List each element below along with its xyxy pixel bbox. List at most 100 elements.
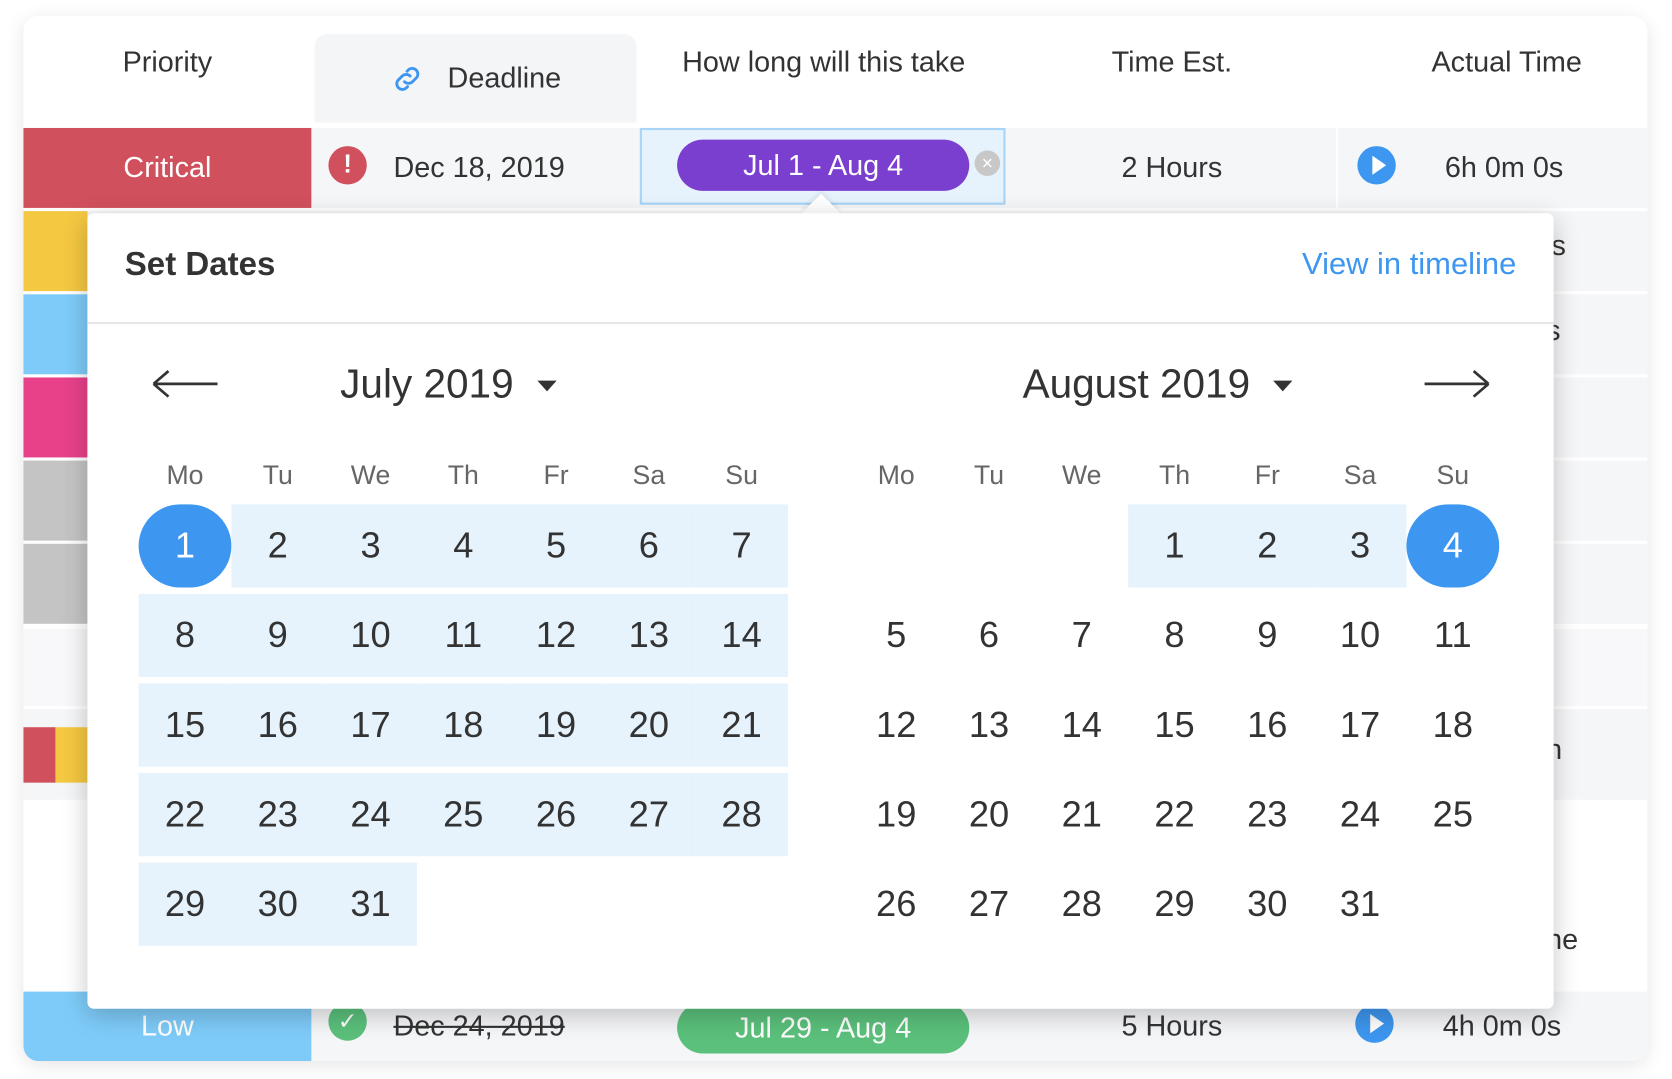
weekday-label: Fr	[543, 460, 569, 491]
calendar-day[interactable]: 1	[1128, 504, 1221, 588]
calendar-day[interactable]: 22	[138, 773, 232, 857]
calendar-day[interactable]: 18	[416, 683, 510, 767]
calendar-day[interactable]: 26	[509, 773, 603, 857]
calendar-day[interactable]: 6	[943, 594, 1036, 677]
deadline-date: Dec 24, 2019	[393, 1009, 565, 1042]
calendar-day[interactable]: 7	[1035, 594, 1128, 677]
priority-color-bar	[23, 211, 88, 292]
month-selector-july[interactable]: July 2019	[340, 363, 557, 409]
calendar-day[interactable]: 20	[943, 773, 1036, 856]
weekday-label: Su	[1436, 460, 1470, 491]
calendar-day[interactable]: 26	[850, 863, 943, 946]
calendar-day[interactable]: 9	[231, 593, 325, 678]
calendar-day[interactable]: 28	[695, 773, 788, 857]
calendar-day[interactable]: 30	[1221, 863, 1314, 946]
calendar-day[interactable]: 30	[231, 862, 325, 946]
column-header-actual-time[interactable]: Actual Time	[1336, 18, 1672, 107]
calendar-day[interactable]: 5	[850, 594, 943, 677]
header-label: Priority	[122, 45, 213, 78]
calendar-day[interactable]: 1	[138, 504, 232, 588]
timeline-pill[interactable]: Jul 29 - Aug 4	[677, 1002, 970, 1054]
weekday-label: We	[1062, 460, 1102, 491]
deadline-cell[interactable]: ! Dec 18, 2019	[314, 127, 637, 208]
calendar-day[interactable]: 9	[1221, 594, 1314, 677]
calendar-day[interactable]: 24	[1314, 773, 1407, 856]
calendar-day[interactable]: 13	[943, 683, 1036, 766]
calendar-day[interactable]: 21	[1035, 773, 1128, 856]
calendar-day[interactable]: 28	[1035, 863, 1128, 946]
calendar-day[interactable]: 25	[416, 773, 510, 857]
calendar-day[interactable]: 23	[1221, 773, 1314, 856]
calendar-day[interactable]: 29	[138, 862, 232, 946]
calendar-day[interactable]: 17	[324, 683, 417, 767]
play-icon[interactable]	[1355, 1003, 1394, 1043]
calendar-day[interactable]: 31	[1314, 863, 1407, 946]
calendar-day[interactable]: 10	[1314, 594, 1407, 677]
calendar-day[interactable]: 6	[602, 504, 696, 588]
calendar-day[interactable]: 27	[943, 863, 1036, 946]
calendar-day[interactable]: 3	[324, 504, 417, 588]
calendar-day[interactable]: 15	[138, 683, 232, 767]
calendar-day[interactable]: 19	[850, 773, 943, 856]
prev-month-arrow-icon[interactable]	[151, 368, 219, 400]
calendar-day[interactable]: 12	[850, 683, 943, 766]
calendar-day[interactable]: 22	[1128, 773, 1221, 856]
column-header-how-long[interactable]: How long will this take	[640, 18, 1008, 107]
calendar-day[interactable]: 16	[231, 683, 325, 767]
calendar-day[interactable]: 16	[1221, 683, 1314, 766]
time-est-value: 2 Hours	[1121, 151, 1223, 184]
time-est-cell[interactable]: 2 Hours	[1011, 128, 1333, 208]
selected-day-marker: 4	[1406, 504, 1500, 588]
calendar-day[interactable]: 13	[602, 593, 696, 678]
calendar-day[interactable]: 23	[231, 773, 325, 857]
calendar-day[interactable]: 14	[1035, 683, 1128, 766]
column-header-priority[interactable]: Priority	[23, 18, 311, 107]
next-month-arrow-icon[interactable]	[1422, 368, 1490, 400]
calendar-day[interactable]: 12	[509, 593, 603, 678]
column-header-deadline[interactable]: Deadline	[314, 34, 637, 123]
calendar-day[interactable]: 24	[324, 773, 417, 857]
calendar-day[interactable]: 25	[1406, 773, 1499, 856]
play-icon[interactable]	[1357, 145, 1396, 184]
calendar-day[interactable]: 7	[695, 504, 788, 588]
calendar-day[interactable]: 17	[1314, 683, 1407, 766]
view-in-timeline-link[interactable]: View in timeline	[1302, 247, 1516, 282]
calendar-day[interactable]: 31	[324, 862, 417, 946]
weekday-label: Su	[725, 460, 758, 491]
priority-color-bar	[55, 727, 88, 783]
calendar-day[interactable]: 15	[1128, 683, 1221, 766]
calendar-day[interactable]: 2	[231, 504, 325, 588]
divider	[87, 322, 1554, 325]
calendar-day[interactable]: 21	[695, 683, 788, 767]
weekday-label: Th	[447, 460, 479, 491]
calendar-day[interactable]: 18	[1406, 683, 1499, 766]
calendar-day[interactable]: 5	[509, 504, 603, 588]
timeline-label: Jul 29 - Aug 4	[735, 1011, 912, 1044]
actual-time-cell[interactable]: 6h 0m 0s	[1336, 127, 1649, 208]
calendar-day[interactable]: 14	[695, 593, 788, 678]
priority-cell[interactable]: Critical	[23, 127, 312, 208]
calendar-day[interactable]: 20	[602, 683, 696, 767]
calendar-day[interactable]: 11	[1406, 594, 1499, 677]
weekday-label: Mo	[877, 460, 915, 491]
calendar-day[interactable]: 11	[416, 593, 510, 678]
calendar-day[interactable]: 27	[602, 773, 696, 857]
calendar-day[interactable]: 29	[1128, 863, 1221, 946]
calendar-day[interactable]: 3	[1313, 504, 1407, 588]
calendar-day[interactable]: 4	[416, 504, 510, 588]
calendar-day[interactable]: 8	[1128, 594, 1221, 677]
calendar-day[interactable]: 2	[1220, 504, 1314, 588]
timeline-pill[interactable]: Jul 1 - Aug 4	[677, 139, 970, 191]
popup-title: Set Dates	[124, 245, 276, 283]
calendar-day[interactable]: 4	[1406, 504, 1500, 588]
caret-down-icon	[537, 380, 557, 391]
calendar-day[interactable]: 8	[138, 593, 232, 678]
priority-color-bar	[23, 460, 88, 541]
deadline-date: Dec 18, 2019	[393, 151, 565, 184]
month-selector-august[interactable]: August 2019	[1023, 363, 1293, 409]
clear-icon[interactable]: ×	[974, 150, 1001, 176]
calendar-day[interactable]: 19	[509, 683, 603, 767]
calendar-day[interactable]: 10	[324, 593, 417, 678]
weekday-label: Th	[1158, 460, 1191, 491]
column-header-time-est[interactable]: Time Est.	[1011, 18, 1333, 107]
